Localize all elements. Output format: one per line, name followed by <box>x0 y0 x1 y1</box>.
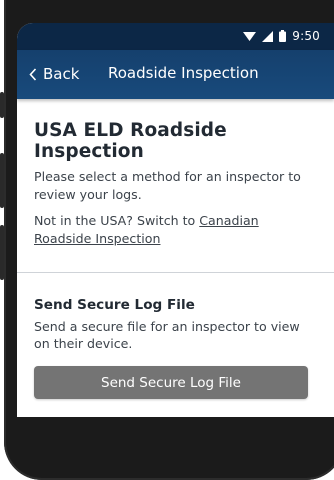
battery-icon <box>279 30 287 42</box>
main-content: USA ELD Roadside Inspection Please selec… <box>17 99 334 399</box>
phone-screen: 9:50 Back Roadside Inspection USA ELD Ro… <box>17 23 334 417</box>
send-secure-log-button[interactable]: Send Secure Log File <box>34 366 308 399</box>
signal-icon <box>262 30 274 42</box>
switch-country-text: Not in the USA? Switch to Canadian Roads… <box>34 212 319 248</box>
side-button <box>0 225 4 280</box>
status-time: 9:50 <box>292 29 320 43</box>
secure-log-section: Send Secure Log File Send a secure file … <box>34 297 324 399</box>
back-label: Back <box>43 65 80 83</box>
app-bar-title: Roadside Inspection <box>108 64 259 82</box>
page-title: USA ELD Roadside Inspection <box>34 120 227 162</box>
intro-text: Please select a method for an inspector … <box>34 169 301 202</box>
app-bar: Back Roadside Inspection <box>17 50 334 99</box>
status-icons: 9:50 <box>243 28 320 44</box>
wifi-icon <box>243 31 257 41</box>
chevron-left-icon <box>29 67 37 81</box>
switch-prefix: Not in the USA? Switch to <box>34 213 200 228</box>
secure-log-description: Send a secure file for an inspector to v… <box>34 319 300 351</box>
divider <box>17 272 334 273</box>
status-bar: 9:50 <box>17 23 334 50</box>
back-button[interactable]: Back <box>29 63 79 85</box>
side-button <box>0 153 4 208</box>
side-button <box>0 92 4 118</box>
secure-log-heading: Send Secure Log File <box>34 297 195 313</box>
inspection-intro-section: USA ELD Roadside Inspection Please selec… <box>17 99 334 248</box>
